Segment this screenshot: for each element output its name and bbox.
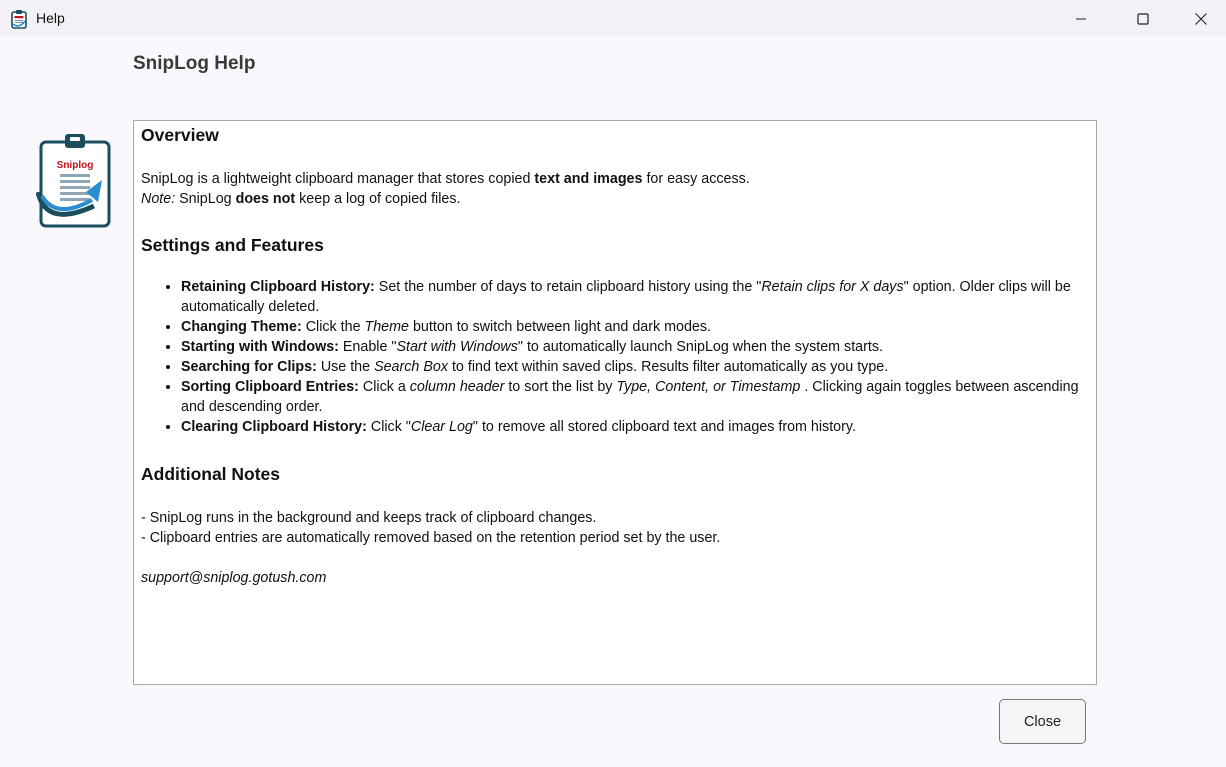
support-email: support@sniplog.gotush.com — [141, 570, 327, 586]
note-line: - SnipLog runs in the background and kee… — [141, 510, 597, 526]
minimize-icon — [1076, 18, 1086, 19]
help-content-panel[interactable]: Overview SnipLog is a lightweight clipbo… — [133, 120, 1097, 685]
logo-text: Sniplog — [57, 160, 94, 171]
title-bar[interactable]: Help — [0, 0, 1226, 37]
maximize-icon — [1137, 12, 1149, 25]
maximize-button[interactable] — [1120, 0, 1166, 37]
list-item: Clearing Clipboard History: Click "Clear… — [181, 417, 1090, 437]
minimize-button[interactable] — [1058, 0, 1104, 37]
settings-heading: Settings and Features — [141, 235, 324, 255]
sniplog-logo-icon: Sniplog — [36, 134, 111, 228]
list-item: Retaining Clipboard History: Set the num… — [181, 277, 1090, 317]
overview-heading: Overview — [141, 125, 219, 145]
list-item: Changing Theme: Click the Theme button t… — [181, 317, 1090, 337]
clipboard-app-icon — [11, 10, 27, 29]
features-list: Retaining Clipboard History: Set the num… — [141, 277, 1090, 437]
notes-heading: Additional Notes — [141, 464, 281, 484]
overview-note: Note: SnipLog does not keep a log of cop… — [141, 191, 461, 207]
page-title: SnipLog Help — [133, 53, 256, 74]
close-button[interactable]: Close — [999, 699, 1086, 744]
list-item: Sorting Clipboard Entries: Click a colum… — [181, 377, 1090, 417]
list-item: Starting with Windows: Enable "Start wit… — [181, 337, 1090, 357]
close-window-button[interactable] — [1178, 0, 1224, 37]
close-icon — [1195, 12, 1207, 25]
window-title: Help — [36, 10, 65, 26]
overview-intro: SnipLog is a lightweight clipboard manag… — [141, 171, 750, 187]
list-item: Searching for Clips: Use the Search Box … — [181, 357, 1090, 377]
note-line: - Clipboard entries are automatically re… — [141, 530, 721, 546]
